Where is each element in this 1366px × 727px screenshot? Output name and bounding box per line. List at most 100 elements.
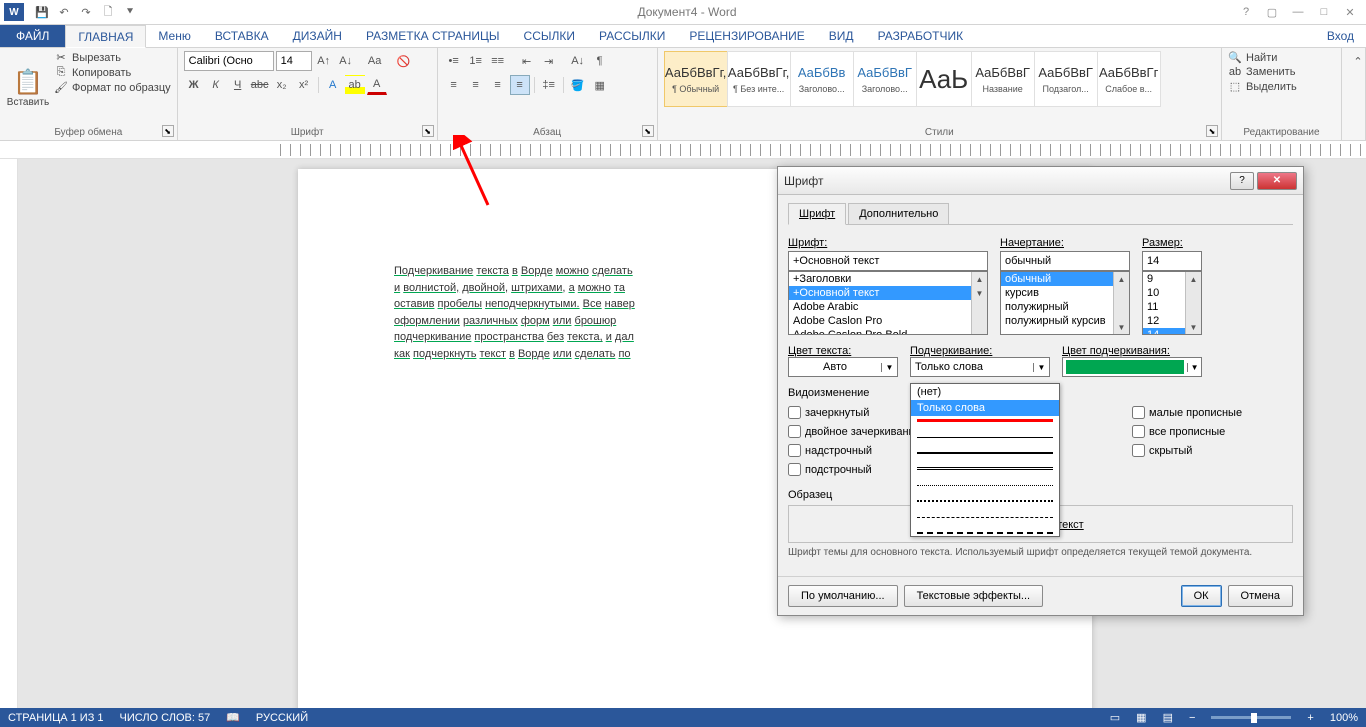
- status-language[interactable]: РУССКИЙ: [256, 712, 308, 724]
- styles-gallery[interactable]: АаБбВвГг,¶ ОбычныйАаБбВвГг,¶ Без инте...…: [664, 51, 1215, 107]
- subscript-button[interactable]: x₂: [272, 75, 292, 95]
- view-read-button[interactable]: ▭: [1110, 711, 1120, 724]
- underline-opt-words[interactable]: Только слова: [911, 400, 1059, 416]
- highlight-button[interactable]: ab: [345, 75, 365, 95]
- chk-hidden[interactable]: скрытый: [1132, 444, 1242, 457]
- underline-button[interactable]: Ч: [228, 75, 248, 95]
- close-button[interactable]: ✕: [1338, 2, 1362, 22]
- style-item-0[interactable]: АаБбВвГг,¶ Обычный: [664, 51, 728, 107]
- strikethrough-button[interactable]: abc: [250, 75, 270, 95]
- tab-developer[interactable]: РАЗРАБОТЧИК: [866, 25, 976, 47]
- paste-button[interactable]: 📋 Вставить: [6, 51, 50, 125]
- tab-menu[interactable]: Меню: [146, 25, 202, 47]
- underline-color-combo[interactable]: ▼: [1062, 357, 1202, 377]
- clipboard-launcher[interactable]: ⬊: [162, 125, 174, 137]
- sort-button[interactable]: A↓: [568, 51, 588, 71]
- status-words[interactable]: ЧИСЛО СЛОВ: 57: [120, 712, 211, 724]
- styles-launcher[interactable]: ⬊: [1206, 125, 1218, 137]
- shading-button[interactable]: 🪣: [568, 75, 588, 95]
- copy-button[interactable]: ⎘Копировать: [54, 66, 171, 79]
- font-name-field[interactable]: [788, 251, 988, 271]
- align-right-button[interactable]: ≡: [488, 75, 508, 95]
- decrease-indent-button[interactable]: ⇤: [517, 51, 537, 71]
- font-size-input[interactable]: [276, 51, 312, 71]
- size-listbox[interactable]: 910111214▲▼: [1142, 271, 1202, 335]
- font-size-field[interactable]: [1142, 251, 1202, 271]
- select-button[interactable]: ⬚Выделить: [1228, 80, 1335, 93]
- view-web-button[interactable]: ▤: [1163, 711, 1173, 724]
- qat-new[interactable]: 🗋: [98, 2, 118, 22]
- minimize-button[interactable]: —: [1286, 2, 1310, 22]
- tab-insert[interactable]: ВСТАВКА: [203, 25, 281, 47]
- underline-opt-dashed[interactable]: [917, 504, 1053, 518]
- dialog-tab-font[interactable]: Шрифт: [788, 203, 846, 225]
- multilevel-button[interactable]: ≡≡: [488, 51, 508, 71]
- style-item-5[interactable]: АаБбВвГПодзагол...: [1034, 51, 1098, 107]
- tab-file[interactable]: ФАЙЛ: [0, 25, 65, 47]
- underline-opt-dashed-thick[interactable]: [917, 520, 1053, 534]
- tab-view[interactable]: ВИД: [817, 25, 866, 47]
- clear-formatting-button[interactable]: 🚫: [394, 51, 414, 71]
- align-center-button[interactable]: ≡: [466, 75, 486, 95]
- ribbon-display-button[interactable]: ▢: [1260, 2, 1284, 22]
- format-painter-button[interactable]: 🖌Формат по образцу: [54, 81, 171, 94]
- vertical-ruler[interactable]: [0, 159, 18, 708]
- text-effects-button[interactable]: Текстовые эффекты...: [904, 585, 1044, 607]
- font-style-field[interactable]: [1000, 251, 1130, 271]
- style-item-1[interactable]: АаБбВвГг,¶ Без инте...: [727, 51, 791, 107]
- borders-button[interactable]: ▦: [590, 75, 610, 95]
- font-name-input[interactable]: [184, 51, 274, 71]
- login-link[interactable]: Вход: [1315, 25, 1366, 47]
- dialog-tab-advanced[interactable]: Дополнительно: [848, 203, 949, 225]
- font-listbox[interactable]: +Заголовки+Основной текстAdobe ArabicAdo…: [788, 271, 988, 335]
- change-case-button[interactable]: Aa: [365, 51, 385, 71]
- show-marks-button[interactable]: ¶: [590, 51, 610, 71]
- underline-style-combo[interactable]: Только слова▼: [910, 357, 1050, 377]
- underline-opt-dotted-thick[interactable]: [917, 488, 1053, 502]
- zoom-in-button[interactable]: +: [1307, 712, 1313, 724]
- tab-mailings[interactable]: РАССЫЛКИ: [587, 25, 677, 47]
- zoom-level[interactable]: 100%: [1330, 712, 1358, 724]
- view-print-button[interactable]: ▦: [1136, 711, 1146, 724]
- replace-button[interactable]: abЗаменить: [1228, 66, 1335, 78]
- shrink-font-button[interactable]: A↓: [336, 51, 356, 71]
- underline-dropdown-open[interactable]: (нет) Только слова: [910, 383, 1060, 537]
- dialog-close-button[interactable]: ✕: [1257, 172, 1297, 190]
- cancel-button[interactable]: Отмена: [1228, 585, 1293, 607]
- horizontal-ruler[interactable]: [0, 141, 1366, 159]
- bold-button[interactable]: Ж: [184, 75, 204, 95]
- tab-references[interactable]: ССЫЛКИ: [512, 25, 587, 47]
- underline-opt-single[interactable]: [917, 424, 1053, 438]
- ribbon-collapse-button[interactable]: ⌃: [1348, 51, 1366, 71]
- help-button[interactable]: ?: [1234, 2, 1258, 22]
- underline-opt-thick[interactable]: [917, 440, 1053, 454]
- line-spacing-button[interactable]: ‡≡: [539, 75, 559, 95]
- default-button[interactable]: По умолчанию...: [788, 585, 898, 607]
- font-color-combo[interactable]: Авто▼: [788, 357, 898, 377]
- zoom-out-button[interactable]: −: [1189, 712, 1195, 724]
- qat-redo[interactable]: ↷: [76, 2, 96, 22]
- style-item-3[interactable]: АаБбВвГЗаголово...: [853, 51, 917, 107]
- bullets-button[interactable]: •≡: [444, 51, 464, 71]
- increase-indent-button[interactable]: ⇥: [539, 51, 559, 71]
- underline-opt-dotted[interactable]: [917, 472, 1053, 486]
- tab-layout[interactable]: РАЗМЕТКА СТРАНИЦЫ: [354, 25, 512, 47]
- status-page[interactable]: СТРАНИЦА 1 ИЗ 1: [8, 712, 104, 724]
- tab-home[interactable]: ГЛАВНАЯ: [65, 25, 146, 48]
- underline-opt-none[interactable]: (нет): [911, 384, 1059, 400]
- font-launcher[interactable]: ⬊: [422, 125, 434, 137]
- qat-customize[interactable]: ⯆: [120, 2, 140, 22]
- find-button[interactable]: 🔍Найти: [1228, 51, 1335, 64]
- style-item-4[interactable]: АаБбВвГНазвание: [971, 51, 1035, 107]
- zoom-slider[interactable]: [1211, 716, 1291, 719]
- qat-save[interactable]: 💾: [32, 2, 52, 22]
- grow-font-button[interactable]: A↑: [314, 51, 334, 71]
- text-effects-button[interactable]: A: [323, 75, 343, 95]
- style-listbox[interactable]: обычныйкурсивполужирныйполужирный курсив…: [1000, 271, 1130, 335]
- maximize-button[interactable]: □: [1312, 2, 1336, 22]
- numbering-button[interactable]: 1≡: [466, 51, 486, 71]
- italic-button[interactable]: К: [206, 75, 226, 95]
- underline-opt-double[interactable]: [917, 456, 1053, 470]
- chk-smallcaps[interactable]: малые прописные: [1132, 406, 1242, 419]
- superscript-button[interactable]: x²: [294, 75, 314, 95]
